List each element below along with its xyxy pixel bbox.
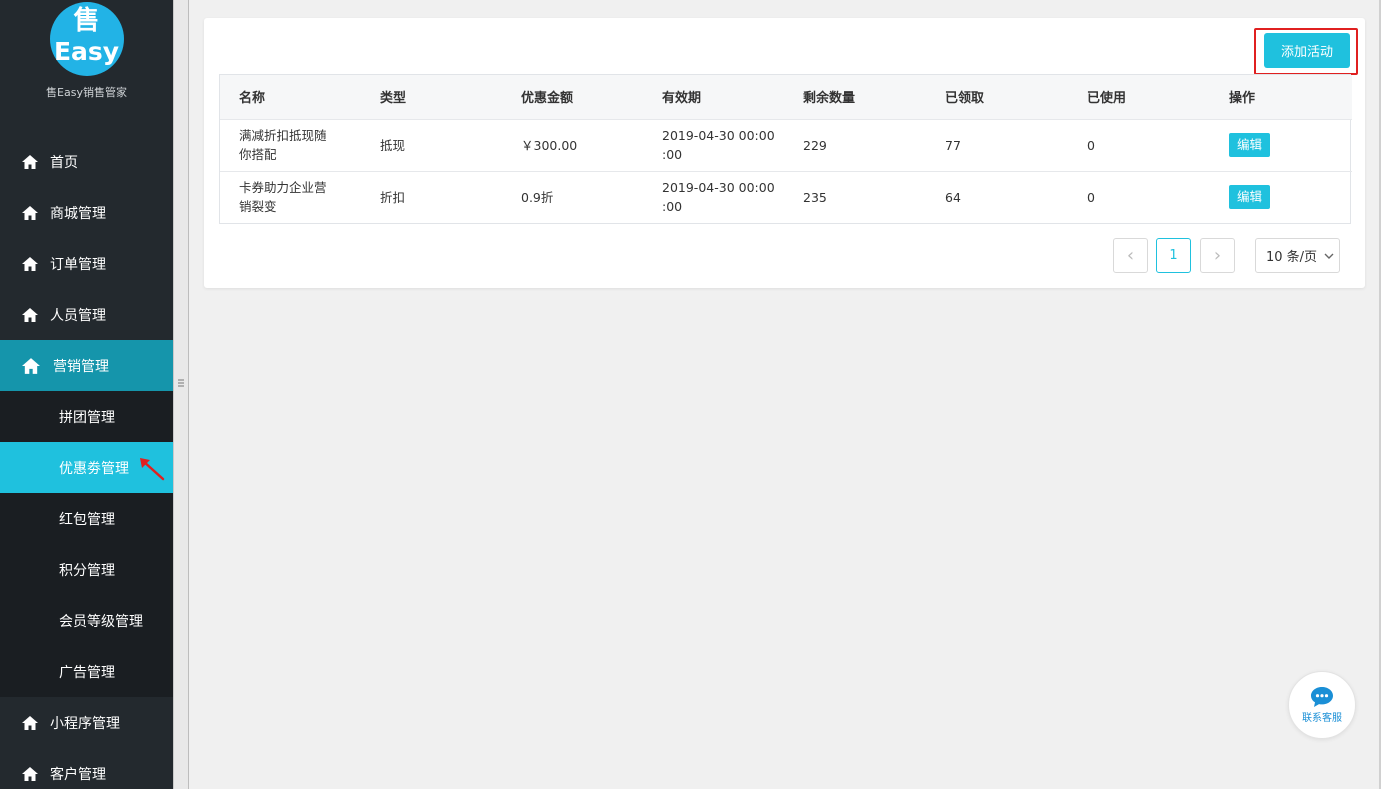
add-activity-button[interactable]: 添加活动: [1264, 33, 1350, 68]
home-icon: [22, 357, 40, 374]
edit-button[interactable]: 编辑: [1229, 133, 1271, 157]
column-header: 操作: [1229, 91, 1256, 107]
sidebar: 售 Easy 售Easy销售管家 首页 商城管理 订单管理 人员管理 营销管理 …: [0, 0, 173, 789]
page-size-label: 10 条/页: [1266, 250, 1318, 265]
nav-item-customers[interactable]: 客户管理: [0, 748, 173, 789]
home-icon: [22, 766, 38, 781]
customer-service-label: 联系客服: [1302, 713, 1342, 724]
column-header: 类型: [380, 91, 407, 107]
nav-item-label: 客户管理: [50, 766, 106, 783]
home-icon: [22, 715, 38, 730]
sub-item-member-level[interactable]: 会员等级管理: [0, 595, 173, 646]
table-row: 满减折扣抵现随 你搭配 抵现 ￥300.00 2019-04-30 00:00:0…: [220, 119, 1352, 171]
chevron-left-icon: ‹: [1126, 244, 1135, 266]
cell-used: 0: [1087, 137, 1095, 153]
brand-subtitle: 售Easy销售管家: [46, 86, 127, 99]
nav-item-mall[interactable]: 商城管理: [0, 187, 173, 238]
nav-item-label: 商城管理: [50, 205, 106, 222]
cell-valid: 2019-04-30 00:00:00: [662, 128, 775, 162]
cell-remaining: 235: [803, 189, 827, 205]
sub-item-label: 积分管理: [59, 562, 115, 579]
chat-bubble-icon: [1311, 687, 1333, 707]
sub-item-label: 广告管理: [59, 664, 115, 681]
sub-item-group-buy[interactable]: 拼团管理: [0, 391, 173, 442]
nav-item-label: 小程序管理: [50, 715, 120, 732]
sub-item-label: 红包管理: [59, 511, 115, 528]
page-number-button[interactable]: 1: [1156, 238, 1191, 273]
table-header-row: 名称 类型 优惠金额 有效期 剩余数量 已领取 已使用 操作: [220, 75, 1352, 119]
nav-item-staff[interactable]: 人员管理: [0, 289, 173, 340]
brand: 售 Easy 售Easy销售管家: [0, 0, 173, 120]
sub-item-coupons[interactable]: 优惠劵管理: [0, 442, 173, 493]
home-icon: [22, 256, 38, 271]
sidebar-splitter[interactable]: [173, 0, 189, 789]
cell-type: 折扣: [380, 189, 406, 205]
prev-page-button[interactable]: ‹: [1113, 238, 1148, 273]
cell-amount: 0.9折: [521, 189, 554, 205]
cell-name: 卡券助力企业营 销裂变: [239, 180, 327, 215]
coupon-table: 名称 类型 优惠金额 有效期 剩余数量 已领取 已使用 操作 满减折扣抵现随 你搭…: [219, 74, 1352, 224]
cell-remaining: 229: [803, 137, 827, 153]
nav-item-label: 营销管理: [53, 358, 109, 375]
drag-handle-icon: [178, 379, 184, 387]
nav-item-label: 人员管理: [50, 307, 106, 324]
coupon-panel: 添加活动 名称 类型 优惠金额 有效期 剩余数量 已领取 已使用 操作 满减折扣…: [204, 18, 1365, 288]
column-header: 名称: [239, 91, 266, 107]
column-header: 已领取: [945, 91, 985, 107]
column-header: 优惠金额: [521, 91, 574, 107]
cell-action: 编辑: [1210, 171, 1352, 223]
cell-received: 64: [945, 189, 961, 205]
sub-item-label: 优惠劵管理: [59, 460, 129, 477]
marketing-submenu: 拼团管理 优惠劵管理 红包管理 积分管理 会员等级管理 广告管理: [0, 391, 173, 697]
home-icon: [22, 307, 38, 322]
logo-glyph: 售: [73, 6, 100, 36]
sub-item-label: 拼团管理: [59, 409, 115, 426]
column-header: 有效期: [662, 91, 702, 107]
nav-item-label: 首页: [50, 154, 78, 171]
page-size-select[interactable]: 10 条/页: [1255, 238, 1340, 273]
sub-item-red-packet[interactable]: 红包管理: [0, 493, 173, 544]
nav-item-mini-program[interactable]: 小程序管理: [0, 697, 173, 748]
cell-used: 0: [1087, 189, 1095, 205]
brand-logo[interactable]: 售 Easy: [49, 2, 124, 76]
chevron-right-icon: ›: [1213, 244, 1222, 266]
logo-text: Easy: [53, 37, 120, 66]
column-header: 剩余数量: [803, 91, 856, 107]
column-header: 已使用: [1087, 91, 1127, 107]
highlight-frame: 添加活动: [1254, 28, 1358, 75]
next-page-button[interactable]: ›: [1200, 238, 1235, 273]
home-icon: [22, 154, 38, 169]
cell-received: 77: [945, 137, 961, 153]
chevron-down-icon: [1324, 253, 1334, 259]
sub-item-label: 会员等级管理: [59, 613, 143, 630]
sub-item-points[interactable]: 积分管理: [0, 544, 173, 595]
cell-valid: 2019-04-30 00:00:00: [662, 180, 775, 215]
cell-name: 满减折扣抵现随 你搭配: [239, 128, 327, 162]
nav-item-orders[interactable]: 订单管理: [0, 238, 173, 289]
main-nav: 首页 商城管理 订单管理 人员管理 营销管理 拼团管理 优惠劵管理 红包管理 积…: [0, 136, 173, 789]
cell-amount: ￥300.00: [521, 137, 578, 153]
pointer-arrow-icon: [140, 458, 165, 481]
nav-item-marketing[interactable]: 营销管理: [0, 340, 173, 391]
sub-item-ads[interactable]: 广告管理: [0, 646, 173, 697]
home-icon: [22, 205, 38, 220]
cell-type: 抵现: [380, 137, 406, 153]
customer-service-button[interactable]: 联系客服: [1288, 671, 1356, 739]
cell-action: 编辑: [1210, 119, 1352, 171]
nav-item-home[interactable]: 首页: [0, 136, 173, 187]
table-row: 卡券助力企业营 销裂变 折扣 0.9折 2019-04-30 00:00:00 2…: [220, 171, 1352, 223]
nav-item-label: 订单管理: [50, 256, 106, 273]
edit-button[interactable]: 编辑: [1229, 185, 1271, 210]
